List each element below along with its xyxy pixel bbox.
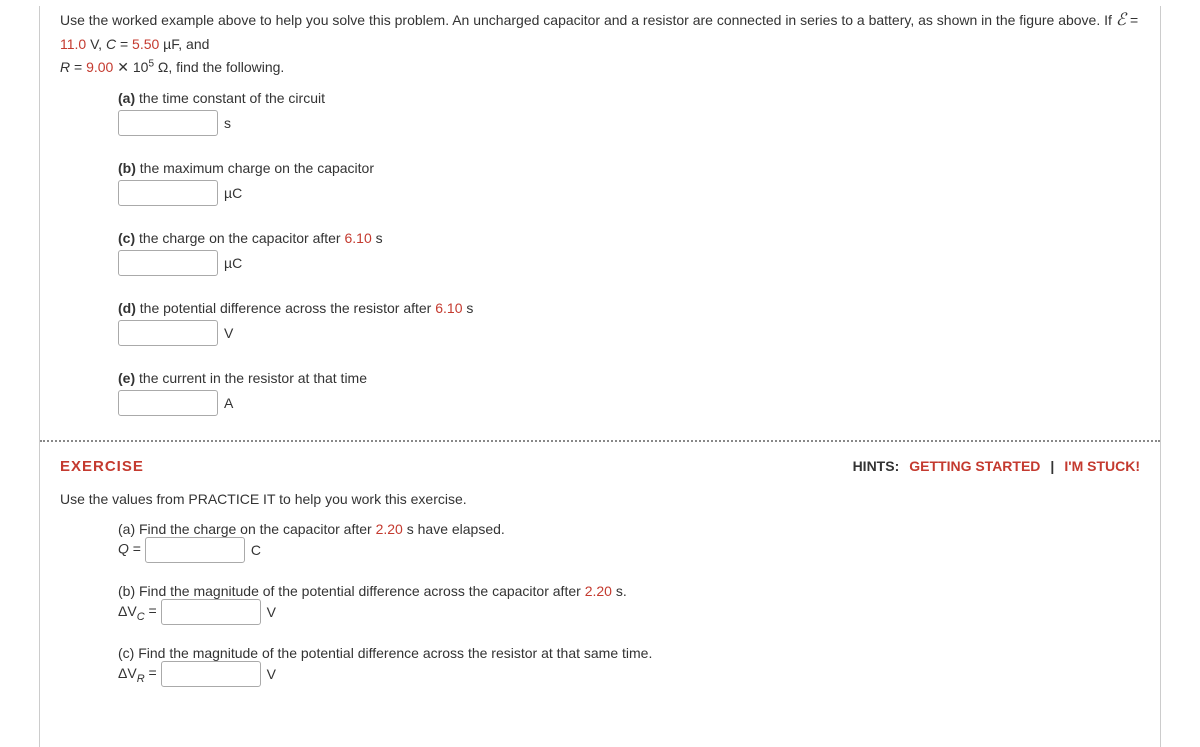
times-symbol: ✕	[113, 59, 133, 75]
divider	[40, 440, 1160, 442]
page-container: Use the worked example above to help you…	[39, 6, 1161, 747]
part-d-time: 6.10	[435, 300, 462, 316]
c-eq: =	[116, 36, 132, 52]
part-a-letter: (a)	[118, 90, 135, 106]
ex-b-pre: (b) Find the magnitude of the potential …	[118, 583, 585, 599]
ex-c-input[interactable]	[161, 661, 261, 687]
ex-b-sub: C	[137, 610, 145, 622]
part-c-label: (c) the charge on the capacitor after 6.…	[118, 230, 1140, 246]
ex-c-text: (c) Find the magnitude of the potential …	[118, 645, 1140, 661]
ex-b-answer-row: ΔVC = V	[118, 599, 1140, 625]
part-c-text-pre: the charge on the capacitor after	[135, 230, 344, 246]
hints-label: HINTS:	[853, 458, 900, 474]
part-d-unit: V	[224, 325, 233, 341]
v-unit: V,	[86, 36, 106, 52]
ex-b-eq: =	[145, 603, 161, 619]
part-e-answer: A	[118, 390, 1140, 416]
ex-c-eq: =	[145, 665, 161, 681]
ex-c-var: ΔVR	[118, 665, 145, 681]
part-e-text: the current in the resistor at that time	[135, 370, 367, 386]
ex-a-unit: C	[251, 542, 261, 558]
part-c-input[interactable]	[118, 250, 218, 276]
exercise-part-a: (a) Find the charge on the capacitor aft…	[118, 521, 1140, 563]
part-c-text-post: s	[372, 230, 383, 246]
part-e-input[interactable]	[118, 390, 218, 416]
ex-a-answer-row: Q = C	[118, 537, 1140, 563]
ohm-text: Ω, find the following.	[154, 59, 284, 75]
exercise-title: EXERCISE	[60, 458, 144, 475]
ex-c-sub: R	[137, 672, 145, 684]
hints-row: HINTS: GETTING STARTED | I'M STUCK!	[853, 458, 1140, 474]
part-b-input[interactable]	[118, 180, 218, 206]
part-b-text: the maximum charge on the capacitor	[136, 160, 374, 176]
part-e-unit: A	[224, 395, 233, 411]
ex-b-time: 2.20	[585, 583, 612, 599]
ex-a-time: 2.20	[376, 521, 403, 537]
exercise-intro: Use the values from PRACTICE IT to help …	[60, 491, 1140, 507]
hint-im-stuck[interactable]: I'M STUCK!	[1064, 458, 1140, 474]
part-b-answer: µC	[118, 180, 1140, 206]
part-c-time: 6.10	[344, 230, 371, 246]
r-eq: =	[70, 59, 86, 75]
part-a-answer: s	[118, 110, 1140, 136]
r-value: 9.00	[86, 59, 113, 75]
part-a-unit: s	[224, 115, 231, 131]
exercise-part-c: (c) Find the magnitude of the potential …	[118, 645, 1140, 687]
part-d-text-pre: the potential difference across the resi…	[136, 300, 435, 316]
ex-a-text: (a) Find the charge on the capacitor aft…	[118, 521, 1140, 537]
ex-b-text: (b) Find the magnitude of the potential …	[118, 583, 1140, 599]
part-d-label: (d) the potential difference across the …	[118, 300, 1140, 316]
part-d: (d) the potential difference across the …	[118, 300, 1140, 346]
part-d-input[interactable]	[118, 320, 218, 346]
eq1: =	[1126, 12, 1138, 28]
part-a-input[interactable]	[118, 110, 218, 136]
ex-a-pre: (a) Find the charge on the capacitor aft…	[118, 521, 376, 537]
epsilon-symbol: ℰ	[1116, 10, 1126, 29]
ex-a-var: Q	[118, 541, 129, 557]
part-c-unit: µC	[224, 255, 242, 271]
part-e-letter: (e)	[118, 370, 135, 386]
emf-value: 11.0	[60, 36, 86, 52]
ex-b-var: ΔVC	[118, 603, 145, 619]
hint-getting-started[interactable]: GETTING STARTED	[909, 458, 1040, 474]
c-value: 5.50	[132, 36, 159, 52]
intro-text: Use the worked example above to help you…	[60, 12, 1116, 28]
ex-a-eq: =	[129, 541, 145, 557]
ex-b-unit: V	[267, 604, 276, 620]
hints-pipe: |	[1050, 458, 1054, 474]
exercise-part-b: (b) Find the magnitude of the potential …	[118, 583, 1140, 625]
part-d-text-post: s	[463, 300, 474, 316]
part-d-letter: (d)	[118, 300, 136, 316]
practice-parts: (a) the time constant of the circuit s (…	[118, 90, 1140, 416]
ex-b-input[interactable]	[161, 599, 261, 625]
part-c-answer: µC	[118, 250, 1140, 276]
part-e: (e) the current in the resistor at that …	[118, 370, 1140, 416]
ex-c-answer-row: ΔVR = V	[118, 661, 1140, 687]
r-exp-base: 10	[133, 59, 149, 75]
ex-c-unit: V	[267, 666, 276, 682]
c-unit: µF, and	[159, 36, 209, 52]
part-c: (c) the charge on the capacitor after 6.…	[118, 230, 1140, 276]
practice-intro: Use the worked example above to help you…	[60, 6, 1140, 78]
ex-a-input[interactable]	[145, 537, 245, 563]
part-d-answer: V	[118, 320, 1140, 346]
exercise-header: EXERCISE HINTS: GETTING STARTED | I'M ST…	[60, 458, 1140, 475]
part-c-letter: (c)	[118, 230, 135, 246]
part-a-label: (a) the time constant of the circuit	[118, 90, 1140, 106]
part-b: (b) the maximum charge on the capacitor …	[118, 160, 1140, 206]
part-e-label: (e) the current in the resistor at that …	[118, 370, 1140, 386]
part-b-letter: (b)	[118, 160, 136, 176]
part-b-label: (b) the maximum charge on the capacitor	[118, 160, 1140, 176]
ex-b-post: s.	[612, 583, 627, 599]
r-var: R	[60, 59, 70, 75]
ex-a-post: s have elapsed.	[403, 521, 505, 537]
part-a-text: the time constant of the circuit	[135, 90, 325, 106]
c-var: C	[106, 36, 116, 52]
part-b-unit: µC	[224, 185, 242, 201]
part-a: (a) the time constant of the circuit s	[118, 90, 1140, 136]
